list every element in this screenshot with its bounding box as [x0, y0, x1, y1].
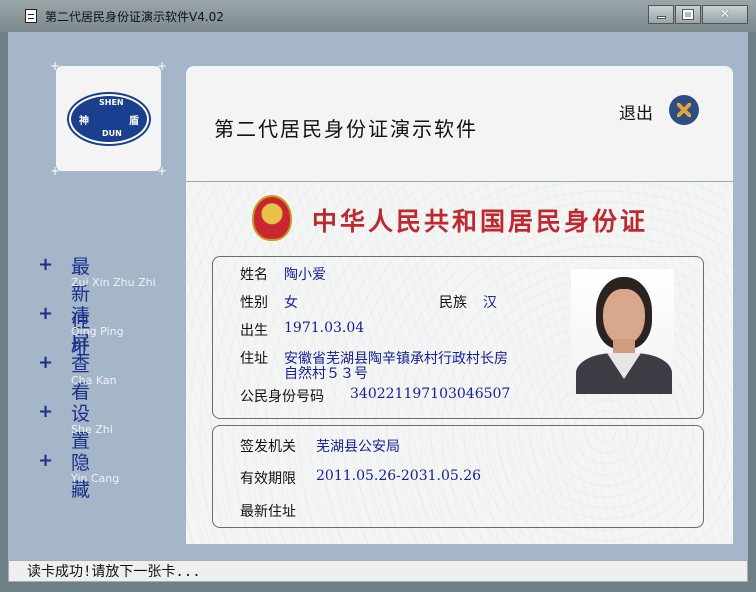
plus-icon: +: [38, 254, 54, 275]
address-label: 住址: [240, 351, 268, 367]
validity-label: 有效期限: [240, 471, 296, 487]
corner-mark-icon: +: [50, 164, 61, 178]
gender-value: 女: [284, 295, 298, 311]
latest-address-label: 最新住址: [240, 504, 296, 520]
ethnicity-label: 民族: [439, 295, 467, 311]
id-number-label: 公民身份号码: [240, 389, 324, 405]
status-text: 读卡成功!请放下一张卡...: [27, 564, 201, 580]
plus-icon: +: [38, 450, 54, 471]
maximize-icon: [682, 9, 694, 20]
corner-mark-icon: +: [156, 59, 167, 73]
logo-text-left: 神: [79, 116, 89, 127]
logo-text-top: SHEN: [99, 98, 124, 107]
menu-pinyin: Yin Cang: [71, 472, 120, 485]
title-bar[interactable]: 第二代居民身份证演示软件V4.02 ✕: [0, 0, 756, 32]
window-controls: ✕: [647, 5, 748, 24]
card-title: 中华人民共和国居民身份证: [312, 207, 649, 236]
address-line2: 自然村５３号: [284, 366, 368, 382]
national-emblem-icon: [252, 195, 292, 241]
shendun-logo-icon: SHEN 神 盾 DUN: [67, 92, 151, 146]
main-window: + + + + SHEN 神 盾 DUN + 最新住址 Zui Xin Zhu …: [8, 32, 748, 560]
validity-value: 2011.05.26-2031.05.26: [316, 468, 482, 484]
id-card-panel: 中华人民共和国居民身份证 姓名 陶小爱 性别 女 民族 汉 出生 1971.03…: [186, 181, 733, 544]
logo-text-bottom: DUN: [102, 129, 122, 138]
ethnicity-value: 汉: [483, 295, 497, 311]
birth-value: 1971.03.04: [284, 320, 365, 336]
page-title: 第二代居民身份证演示软件: [214, 117, 478, 141]
exit-button[interactable]: 退出: [619, 99, 653, 124]
exit-icon[interactable]: [669, 95, 699, 125]
birth-label: 出生: [240, 323, 268, 339]
menu-pinyin: Qing Ping: [71, 325, 124, 338]
menu-pinyin: Cha Kan: [71, 374, 117, 387]
menu-pinyin: She Zhi: [71, 423, 113, 436]
corner-mark-icon: +: [156, 164, 167, 178]
status-bar: 读卡成功!请放下一张卡...: [8, 560, 748, 582]
close-button[interactable]: ✕: [702, 5, 748, 24]
plus-icon: +: [38, 401, 54, 422]
app-icon[interactable]: [25, 9, 37, 23]
authority-label: 签发机关: [240, 439, 296, 455]
photo-face: [603, 289, 645, 345]
maximize-button[interactable]: [675, 5, 701, 24]
name-label: 姓名: [240, 267, 268, 283]
plus-icon: +: [38, 303, 54, 324]
minimize-button[interactable]: [648, 5, 674, 24]
id-number-value: 340221197103046507: [350, 386, 511, 402]
minimize-icon: [656, 16, 666, 19]
corner-mark-icon: +: [50, 59, 61, 73]
authority-value: 芜湖县公安局: [316, 439, 400, 455]
gender-label: 性别: [240, 295, 268, 311]
name-value: 陶小爱: [284, 267, 326, 283]
id-photo: [571, 269, 674, 394]
menu-pinyin: Zui Xin Zhu Zhi: [71, 276, 156, 289]
logo-text-right: 盾: [129, 116, 139, 127]
logo-frame: + + + + SHEN 神 盾 DUN: [50, 60, 167, 177]
window-title: 第二代居民身份证演示软件V4.02: [45, 9, 224, 24]
close-icon: ✕: [719, 7, 731, 22]
plus-icon: +: [38, 352, 54, 373]
header-panel: 第二代居民身份证演示软件 退出: [186, 66, 733, 181]
